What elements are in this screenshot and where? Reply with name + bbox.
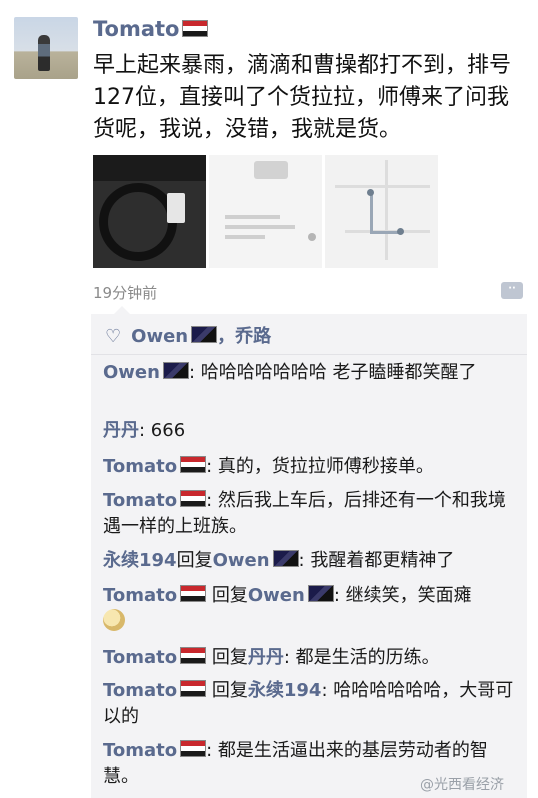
dot-icon (308, 233, 316, 241)
flag-icon (307, 585, 334, 602)
likes-row: ♡ Owen ，乔路 (105, 322, 271, 348)
comment-author[interactable]: Tomato (103, 680, 177, 701)
comment-text: : 都是生活的历练。 (283, 647, 440, 668)
flag-icon (191, 326, 218, 343)
reply-word: 回复 (206, 647, 248, 668)
comments-caret (114, 306, 130, 314)
map-pin-icon (397, 228, 404, 235)
text-line (225, 215, 280, 219)
map-route (370, 193, 373, 233)
comment-author[interactable]: Owen (103, 362, 160, 383)
avatar-person-image (38, 35, 50, 71)
comment-item[interactable]: Tomato 回复丹丹: 都是生活的历练。 (103, 645, 523, 671)
comment-author[interactable]: Tomato (103, 456, 177, 477)
comment-item[interactable]: Tomato 回复Owen : 继续笑，笑面瘫 (103, 583, 523, 635)
comment-author[interactable]: Tomato (103, 585, 177, 606)
comment-item[interactable]: Tomato 回复永续194: 哈哈哈哈哈哈，大哥可以的 (103, 678, 523, 730)
comment-text: : 继续笑，笑面瘫 (333, 585, 472, 606)
reply-target[interactable]: 永续194 (248, 680, 322, 701)
watermark: @光西看经济 (420, 777, 504, 793)
reply-word: 回复 (206, 585, 248, 606)
reply-word: 回复 (206, 680, 248, 701)
avatar[interactable] (14, 17, 78, 79)
post-image-app-screenshot[interactable] (209, 155, 322, 268)
comment-author[interactable]: Tomato (103, 740, 177, 761)
reply-word: 回复 (176, 550, 213, 571)
post-author[interactable]: Tomato (93, 17, 209, 41)
reply-target[interactable]: 丹丹 (248, 647, 284, 668)
flag-icon (162, 362, 189, 379)
laugh-emoji-icon (103, 609, 125, 631)
map-route (370, 231, 400, 234)
post-author-name: Tomato (93, 17, 180, 41)
comment-item[interactable]: Owen : 哈哈哈哈哈哈哈 老子瞌睡都笑醒了 (103, 360, 523, 386)
more-options-button[interactable]: ·· (501, 282, 523, 299)
heart-icon: ♡ (105, 326, 122, 347)
comment-author[interactable]: Tomato (103, 647, 177, 668)
flag-icon (180, 680, 207, 697)
comment-item[interactable]: 永续194回复Owen : 我醒着都更精神了 (103, 548, 523, 574)
comment-author[interactable]: 丹丹 (103, 420, 139, 441)
reply-target[interactable]: Owen (248, 585, 305, 606)
post-image-car-interior[interactable] (93, 155, 206, 268)
comment-text: : 666 (139, 420, 186, 441)
flag-icon (180, 585, 207, 602)
comment-author[interactable]: 永续194 (103, 550, 177, 571)
post-images (93, 155, 438, 268)
comment-text: : 真的，货拉拉师傅秒接单。 (206, 456, 434, 477)
comment-item[interactable]: Tomato : 真的，货拉拉师傅秒接单。 (103, 454, 523, 480)
comment-item[interactable]: 丹丹: 666 (103, 418, 523, 444)
text-line (225, 225, 295, 229)
comment-text: : 哈哈哈哈哈哈哈 老子瞌睡都笑醒了 (188, 362, 477, 383)
flag-icon (180, 456, 207, 473)
flag-icon (180, 490, 207, 507)
comment-item[interactable]: Tomato: 然后我上车后，后排还有一个和我境遇一样的上班族。 (103, 488, 523, 540)
divider (91, 354, 527, 355)
flag-icon (272, 550, 299, 567)
post-image-map[interactable] (325, 155, 438, 268)
text-line (225, 235, 265, 239)
truck-icon (254, 161, 288, 179)
flag-icon (180, 740, 207, 757)
like-extra[interactable]: ，乔路 (217, 326, 271, 347)
map-road (385, 160, 388, 260)
like-name[interactable]: Owen (131, 326, 188, 347)
phone-shape (167, 193, 185, 223)
comment-author[interactable]: Tomato (103, 490, 177, 511)
map-road (335, 185, 430, 188)
post-text: 早上起来暴雨，滴滴和曹操都打不到，排号127位，直接叫了个货拉拉，师傅来了问我货… (93, 53, 512, 142)
post-time: 19分钟前 (93, 284, 158, 302)
comment-text: : 我醒着都更精神了 (298, 550, 455, 571)
dashboard-shape (93, 155, 206, 181)
reply-target[interactable]: Owen (213, 550, 270, 571)
steering-wheel-shape (99, 183, 177, 261)
map-pin-icon (367, 189, 374, 196)
flag-icon (182, 20, 209, 37)
flag-icon (180, 647, 207, 664)
